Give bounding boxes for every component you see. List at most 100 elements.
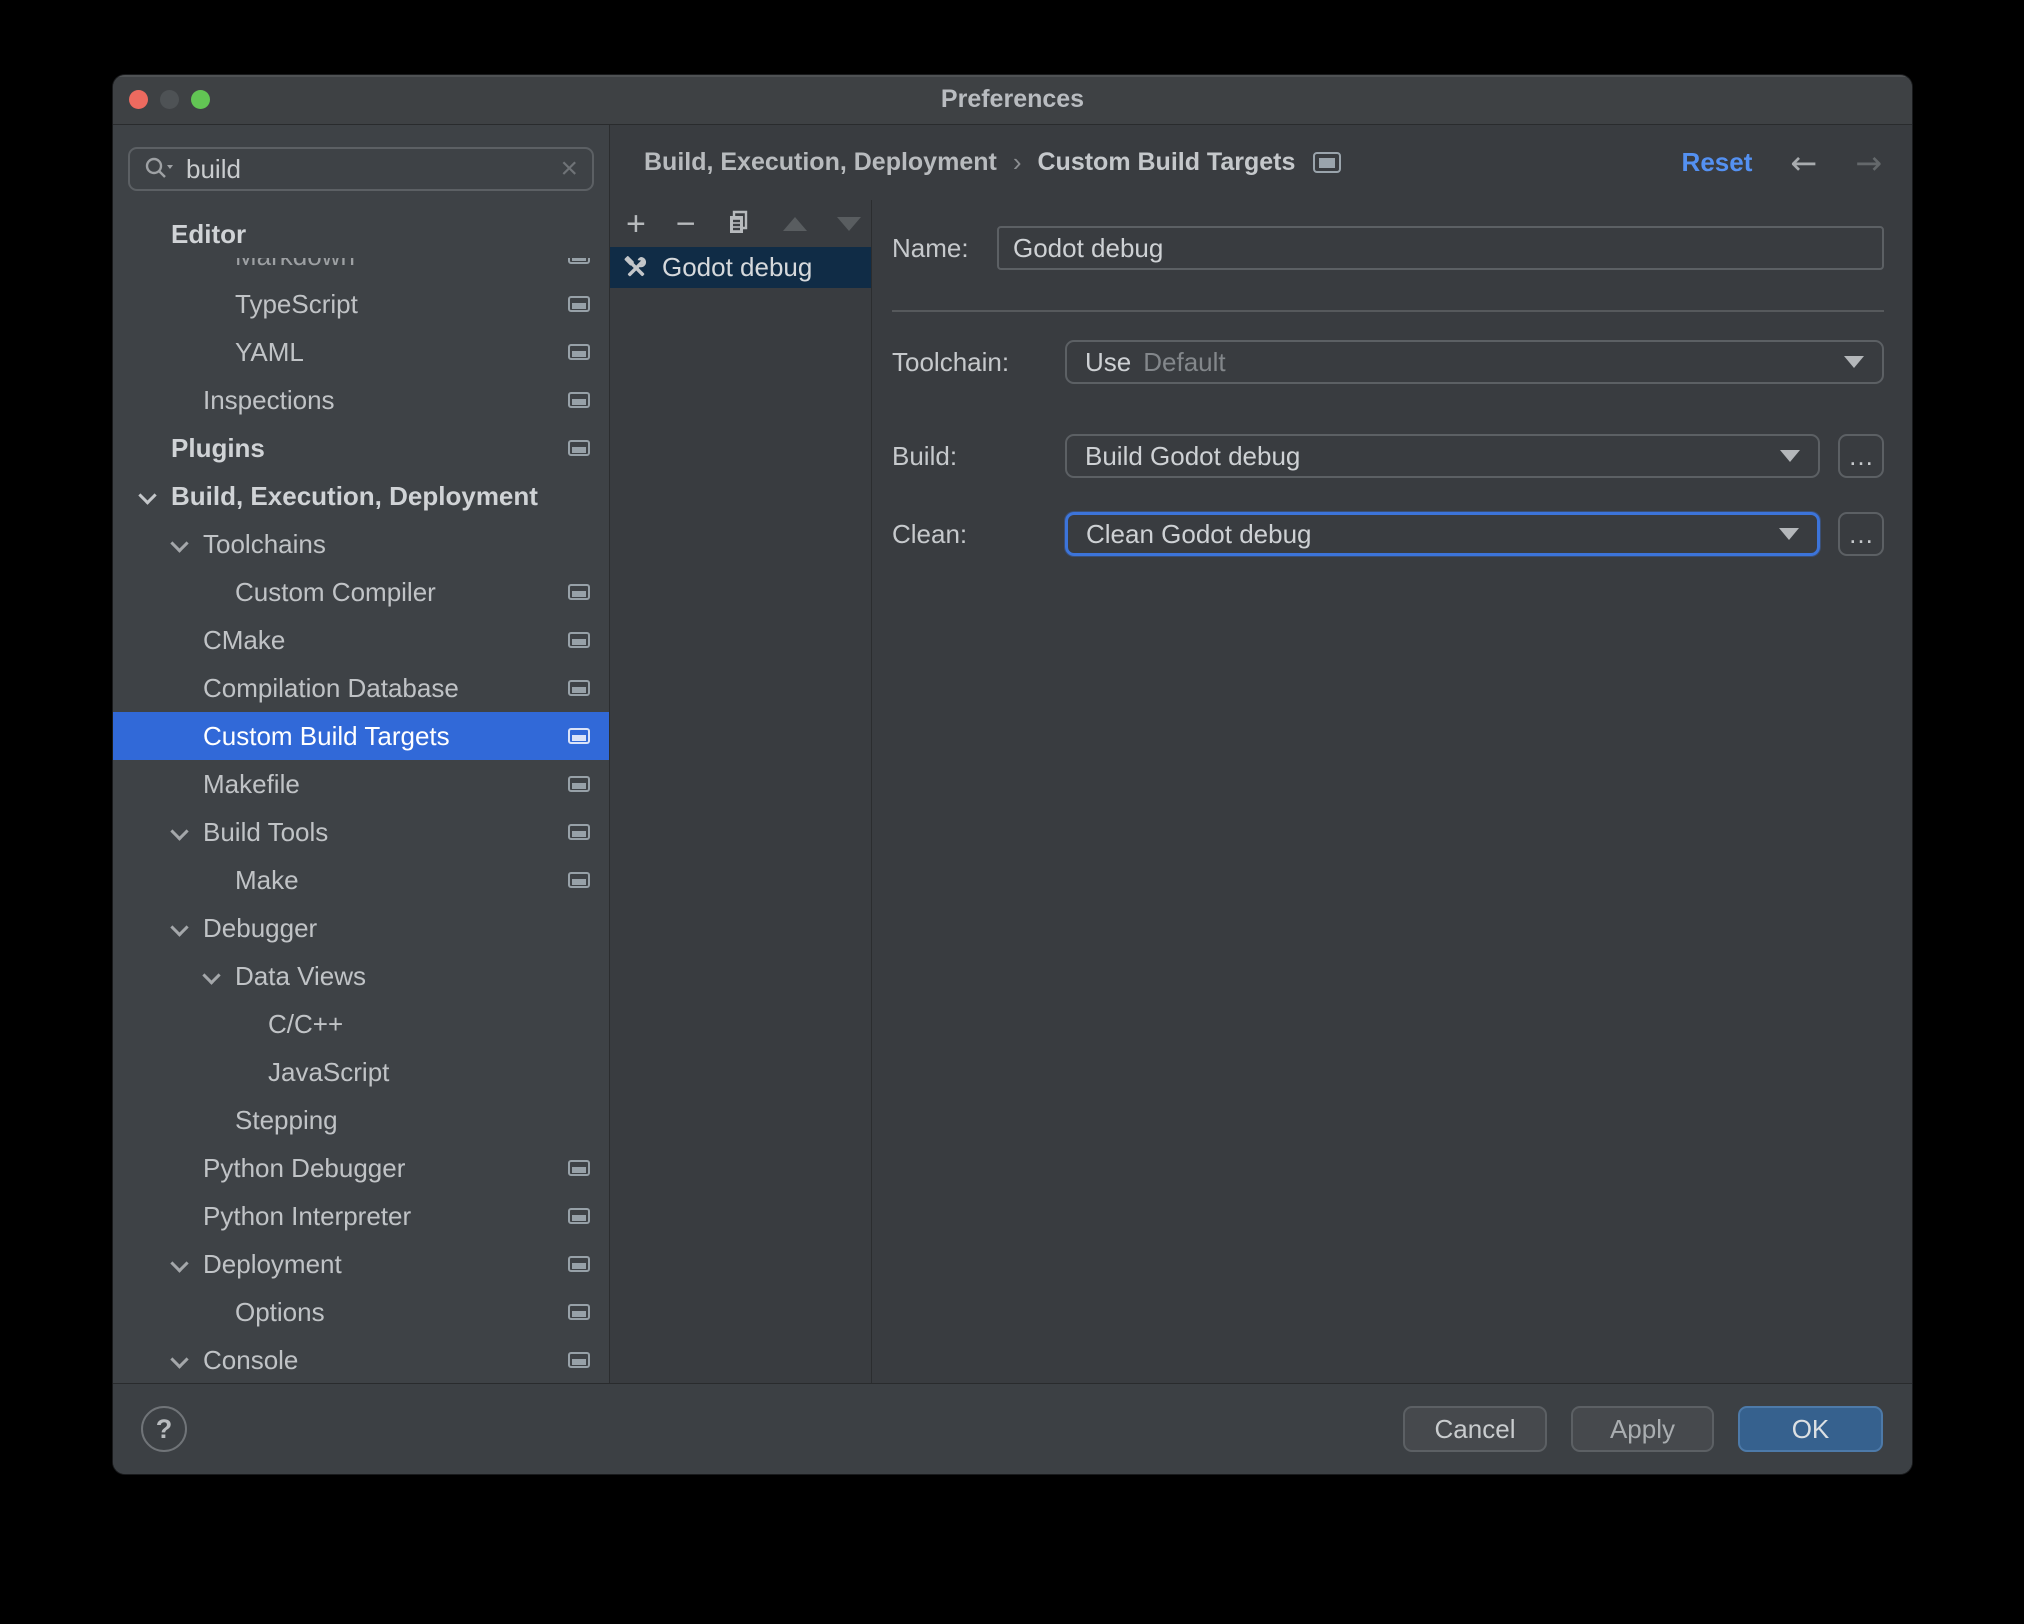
build-select[interactable]: Build Godot debug [1065, 434, 1821, 478]
sidebar-item-options[interactable]: Options [113, 1288, 609, 1336]
chevron-down-icon[interactable] [170, 534, 189, 553]
clear-search-icon[interactable]: × [560, 154, 578, 184]
sidebar-item-deployment[interactable]: Deployment [113, 1240, 609, 1288]
sidebar-item-yaml[interactable]: YAML [113, 328, 609, 376]
sidebar-item-cmake[interactable]: CMake [113, 616, 609, 664]
sidebar-item-label: Markdown [235, 258, 355, 272]
forward-arrow-icon[interactable]: → [1855, 147, 1882, 179]
clean-select[interactable]: Clean Godot debug [1065, 512, 1821, 556]
screen-settings-icon [568, 296, 590, 312]
settings-sidebar: build × Editor Markdown TypeScript YAML [113, 125, 610, 1383]
sidebar-item-typescript[interactable]: TypeScript [113, 280, 609, 328]
chevron-down-icon[interactable] [170, 822, 189, 841]
sidebar-item-label: Inspections [203, 384, 335, 415]
sidebar-item-console[interactable]: Console [113, 1336, 609, 1383]
toolchain-label: Toolchain: [892, 346, 1010, 377]
sidebar-item-custom-compiler[interactable]: Custom Compiler [113, 568, 609, 616]
sidebar-item-label: Stepping [235, 1104, 338, 1135]
sidebar-item-label: Debugger [203, 912, 318, 943]
sidebar-item-label: Compilation Database [203, 672, 459, 703]
minimize-window-button[interactable] [160, 90, 179, 109]
sidebar-item-label: Editor [171, 218, 247, 249]
dialog-footer: ? Cancel Apply OK [113, 1383, 1912, 1474]
build-more-button[interactable]: … [1838, 434, 1884, 478]
sidebar-item-javascript[interactable]: JavaScript [113, 1048, 609, 1096]
duplicate-target-button[interactable] [726, 209, 753, 239]
sidebar-item-label: Data Views [235, 960, 367, 991]
sidebar-item-stepping[interactable]: Stepping [113, 1096, 609, 1144]
screen-settings-icon [568, 1208, 590, 1224]
screen-settings-icon [568, 680, 590, 696]
chevron-down-icon[interactable] [202, 966, 221, 985]
sidebar-item-make[interactable]: Make [113, 856, 609, 904]
sidebar-item-makefile[interactable]: Makefile [113, 760, 609, 808]
sidebar-item-compilation-database[interactable]: Compilation Database [113, 664, 609, 712]
chevron-down-icon[interactable] [138, 486, 157, 505]
sidebar-item-markdown[interactable]: Markdown [113, 258, 609, 280]
search-value: build [186, 153, 241, 184]
ok-button[interactable]: OK [1738, 1406, 1883, 1452]
screen-settings-icon [568, 584, 590, 600]
sidebar-item-debugger[interactable]: Debugger [113, 904, 609, 952]
screen-settings-icon [568, 1160, 590, 1176]
titlebar[interactable]: Preferences [113, 75, 1912, 125]
clean-more-button[interactable]: … [1838, 512, 1884, 556]
reset-link[interactable]: Reset [1682, 147, 1753, 178]
sidebar-item-build-execution-deployment[interactable]: Build, Execution, Deployment [113, 472, 609, 520]
screen-settings-icon [568, 258, 590, 264]
sidebar-item-label: Options [235, 1296, 325, 1327]
chevron-down-icon[interactable] [170, 918, 189, 937]
back-arrow-icon[interactable]: ← [1790, 147, 1817, 179]
search-input[interactable]: build × [128, 147, 594, 191]
section-divider [892, 310, 1884, 312]
toolchain-select[interactable]: Use Default [1065, 340, 1884, 384]
sidebar-item-label: Custom Compiler [235, 576, 436, 607]
search-icon [144, 156, 174, 182]
target-list-item[interactable]: Godot debug [610, 247, 871, 288]
sidebar-item-c-cpp[interactable]: C/C++ [113, 1000, 609, 1048]
screen-settings-icon [568, 1256, 590, 1272]
sidebar-item-inspections[interactable]: Inspections [113, 376, 609, 424]
cancel-button[interactable]: Cancel [1403, 1406, 1547, 1452]
sidebar-item-custom-build-targets[interactable]: Custom Build Targets [113, 712, 609, 760]
screen-settings-icon [568, 440, 590, 456]
screen-settings-icon [568, 728, 590, 744]
name-label: Name: [892, 232, 969, 263]
help-button[interactable]: ? [141, 1406, 187, 1452]
sidebar-item-label: Plugins [171, 432, 265, 463]
settings-tree: Editor Markdown TypeScript YAML Inspecti… [113, 210, 609, 1383]
apply-button[interactable]: Apply [1571, 1406, 1714, 1452]
name-field[interactable]: Godot debug [997, 226, 1884, 270]
sidebar-item-python-interpreter[interactable]: Python Interpreter [113, 1192, 609, 1240]
sidebar-item-data-views[interactable]: Data Views [113, 952, 609, 1000]
target-name: Godot debug [662, 252, 813, 282]
build-tools-icon [622, 254, 650, 282]
chevron-down-icon [1844, 356, 1864, 368]
move-up-button[interactable] [782, 216, 807, 231]
sidebar-item-python-debugger[interactable]: Python Debugger [113, 1144, 609, 1192]
move-down-button[interactable] [836, 216, 861, 231]
screen-settings-icon [568, 824, 590, 840]
screen-settings-icon [568, 392, 590, 408]
sidebar-item-label: Deployment [203, 1248, 342, 1279]
chevron-down-icon[interactable] [170, 1254, 189, 1273]
build-targets-column: + − Godot debug [610, 200, 872, 1383]
sidebar-item-label: Build, Execution, Deployment [171, 480, 538, 511]
sidebar-item-plugins[interactable]: Plugins [113, 424, 609, 472]
close-window-button[interactable] [129, 90, 148, 109]
sidebar-item-label: C/C++ [268, 1008, 344, 1039]
breadcrumb-parent[interactable]: Build, Execution, Deployment [644, 148, 997, 177]
remove-target-button[interactable]: − [676, 207, 696, 241]
zoom-window-button[interactable] [191, 90, 210, 109]
sidebar-item-toolchains[interactable]: Toolchains [113, 520, 609, 568]
chevron-down-icon[interactable] [170, 1350, 189, 1369]
sidebar-item-label: TypeScript [235, 288, 358, 319]
sidebar-item-label: Python Debugger [203, 1152, 406, 1183]
window-title: Preferences [940, 85, 1085, 113]
sidebar-item-editor[interactable]: Editor [113, 210, 609, 258]
sidebar-item-build-tools[interactable]: Build Tools [113, 808, 609, 856]
targets-toolbar: + − [610, 200, 871, 247]
chevron-down-icon [1779, 528, 1800, 540]
traffic-lights [129, 75, 210, 124]
add-target-button[interactable]: + [626, 207, 646, 241]
